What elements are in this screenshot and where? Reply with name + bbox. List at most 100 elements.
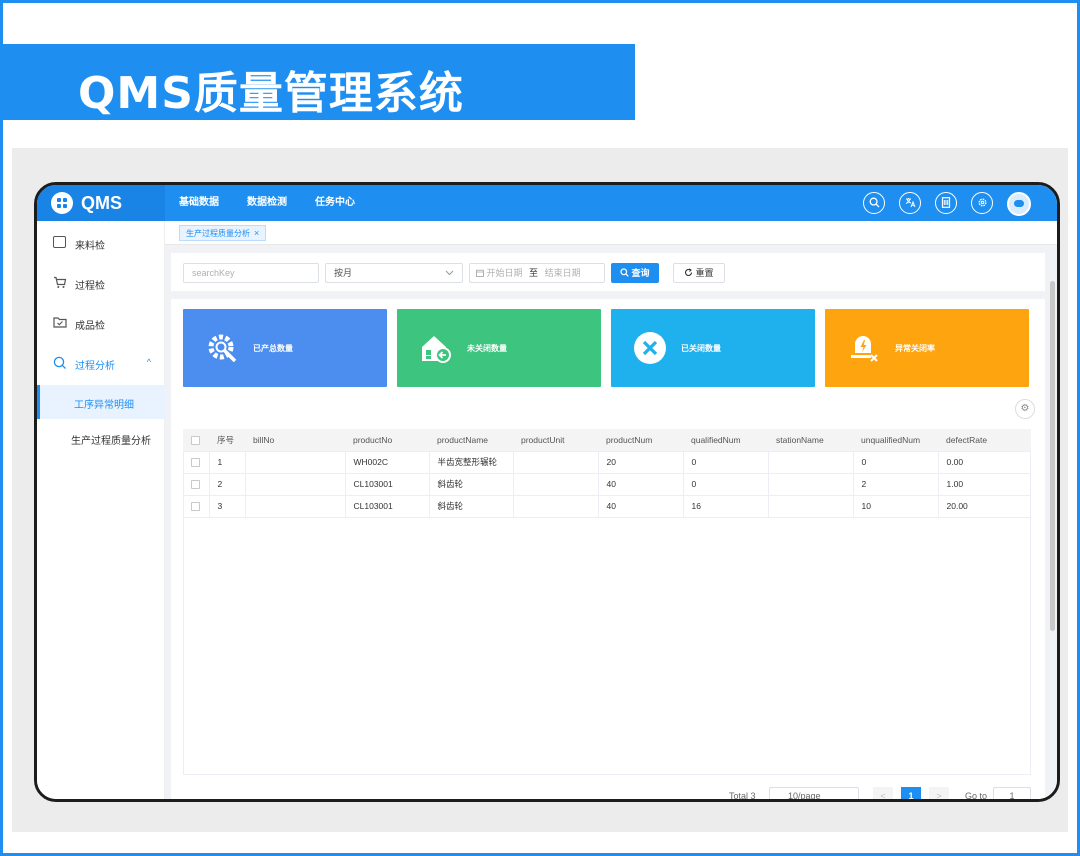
logo[interactable]: QMS — [37, 185, 165, 221]
table-row[interactable]: 3 CL103001 斜齿轮 40 16 10 20.00 — [183, 495, 1031, 518]
tab-production-quality-analysis[interactable]: 生产过程质量分析 × — [179, 225, 267, 241]
table-cell — [245, 473, 346, 496]
logo-text: QMS — [81, 193, 123, 213]
top-icons — [849, 192, 1031, 216]
user-avatar[interactable] — [1007, 192, 1031, 216]
table-cell — [768, 473, 854, 496]
data-table: 序号 billNo productNo productName productU… — [183, 429, 1031, 518]
select-all-checkbox[interactable] — [191, 435, 200, 445]
stat-card-closed-count: 已关闭数量 — [611, 309, 815, 387]
chevron-up-icon: ^ — [146, 357, 151, 367]
goto-page-input[interactable]: 1 — [993, 787, 1031, 799]
row-checkbox[interactable] — [191, 458, 200, 468]
box-icon — [53, 236, 66, 248]
table-cell: CL103001 — [345, 473, 430, 496]
close-icon[interactable]: × — [254, 228, 259, 238]
column-header[interactable]: productUnit — [513, 429, 598, 452]
sidebar-subitem-production-quality-analysis[interactable]: 生产过程质量分析 — [37, 421, 165, 455]
query-button-label: 查询 — [631, 268, 650, 278]
column-header[interactable]: defectRate — [938, 429, 1031, 452]
search-circle-icon — [53, 356, 66, 369]
date-range-picker[interactable]: 开始日期 至 结束日期 — [469, 263, 605, 283]
query-button[interactable]: 查询 — [611, 263, 659, 283]
table-cell — [768, 495, 854, 518]
main-panel: 已产总数量 未关闭数量 已关闭数量 异常关闭率 ⚙ 序号 billNo prod… — [171, 299, 1045, 801]
sidebar: 来料检 过程检 成品检 过程分析 ^ 工序异常明细 生产过程质量分析 — [37, 221, 165, 799]
tab-label: 生产过程质量分析 — [186, 229, 250, 238]
table-cell: 2 — [853, 473, 939, 496]
translate-icon[interactable] — [899, 192, 921, 214]
row-checkbox[interactable] — [191, 480, 200, 490]
topnav-task-center[interactable]: 任务中心 — [315, 185, 355, 221]
column-header[interactable]: productName — [429, 429, 513, 452]
column-header[interactable]: billNo — [245, 429, 345, 452]
chevron-down-icon — [445, 264, 454, 282]
sidebar-subitem-label: 生产过程质量分析 — [71, 436, 151, 447]
table-row[interactable]: 1 WH002C 半齿宽整形辗轮 20 0 0 0.00 — [183, 451, 1031, 474]
banner-title: QMS质量管理系统 — [78, 68, 464, 119]
period-select[interactable]: 按月 — [325, 263, 463, 283]
sidebar-item-process-inspection[interactable]: 过程检 — [37, 265, 165, 301]
topnav-data-inspection[interactable]: 数据检测 — [247, 185, 287, 221]
pagination: Total 3 10/page < 1 > Go to 1 — [171, 787, 1045, 801]
next-page-button[interactable]: > — [929, 787, 949, 799]
table-cell: 半齿宽整形辗轮 — [429, 451, 514, 474]
table-cell: 0 — [683, 451, 769, 474]
tag-bar: 生产过程质量分析 × — [165, 221, 1057, 245]
date-separator: 至 — [529, 268, 539, 278]
sidebar-item-process-analysis[interactable]: 过程分析 ^ — [37, 345, 165, 381]
column-header[interactable]: unqualifiedNum — [853, 429, 938, 452]
column-header[interactable]: qualifiedNum — [683, 429, 768, 452]
table-cell — [513, 473, 599, 496]
column-header[interactable]: 序号 — [209, 429, 245, 452]
table-cell: 0 — [853, 451, 939, 474]
page-size-select[interactable]: 10/page — [769, 787, 859, 801]
row-checkbox[interactable] — [191, 502, 200, 512]
row-checkbox-cell[interactable] — [183, 473, 210, 496]
document-icon[interactable] — [935, 192, 957, 214]
period-select-value: 按月 — [334, 268, 353, 278]
column-header[interactable]: productNo — [345, 429, 429, 452]
calendar-icon — [476, 268, 487, 278]
row-checkbox-cell[interactable] — [183, 495, 210, 518]
row-checkbox-cell[interactable] — [183, 451, 210, 474]
pagination-total: Total 3 — [729, 791, 756, 801]
table-cell: 40 — [598, 473, 684, 496]
column-header[interactable]: stationName — [768, 429, 853, 452]
content-scrollbar[interactable] — [1050, 281, 1055, 631]
table-settings-gear-icon[interactable]: ⚙ — [1015, 399, 1035, 419]
prev-page-button[interactable]: < — [873, 787, 893, 799]
sidebar-item-incoming-inspection[interactable]: 来料检 — [37, 225, 165, 261]
title-banner: QMS质量管理系统 — [3, 44, 635, 120]
table-cell — [513, 495, 599, 518]
warning-lamp-icon — [847, 331, 881, 365]
topnav-basic-data[interactable]: 基础数据 — [179, 185, 219, 221]
folder-check-icon — [53, 316, 67, 328]
table-cell: 2 — [209, 473, 246, 496]
table-cell: 1.00 — [938, 473, 1031, 496]
sidebar-subitem-process-exception-detail[interactable]: 工序异常明细 — [37, 385, 165, 419]
table-cell: 0.00 — [938, 451, 1031, 474]
page-number-current[interactable]: 1 — [901, 787, 921, 799]
page-size-value: 10/page — [788, 791, 821, 801]
stat-card-produced-total: 已产总数量 — [183, 309, 387, 387]
filter-bar: searchKey 按月 开始日期 至 结束日期 查询 重置 — [171, 253, 1045, 291]
date-end[interactable]: 结束日期 — [545, 268, 581, 278]
table-cell: 10 — [853, 495, 939, 518]
top-bar: QMS 基础数据 数据检测 任务中心 — [37, 185, 1057, 221]
date-start[interactable]: 开始日期 — [487, 268, 523, 278]
search-input[interactable]: searchKey — [183, 263, 319, 283]
reset-button[interactable]: 重置 — [673, 263, 725, 283]
table-header-row: 序号 billNo productNo productName productU… — [183, 429, 1031, 452]
stat-label: 未关闭数量 — [467, 344, 507, 353]
top-nav: 基础数据 数据检测 任务中心 — [179, 185, 383, 221]
sidebar-item-label: 来料检 — [75, 241, 105, 252]
table-cell: 3 — [209, 495, 246, 518]
select-all-checkbox-cell[interactable] — [183, 429, 209, 452]
sidebar-item-final-inspection[interactable]: 成品检 — [37, 305, 165, 341]
gear-icon[interactable] — [971, 192, 993, 214]
table-cell — [245, 451, 346, 474]
column-header[interactable]: productNum — [598, 429, 683, 452]
table-row[interactable]: 2 CL103001 斜齿轮 40 0 2 1.00 — [183, 473, 1031, 496]
search-icon[interactable] — [863, 192, 885, 214]
